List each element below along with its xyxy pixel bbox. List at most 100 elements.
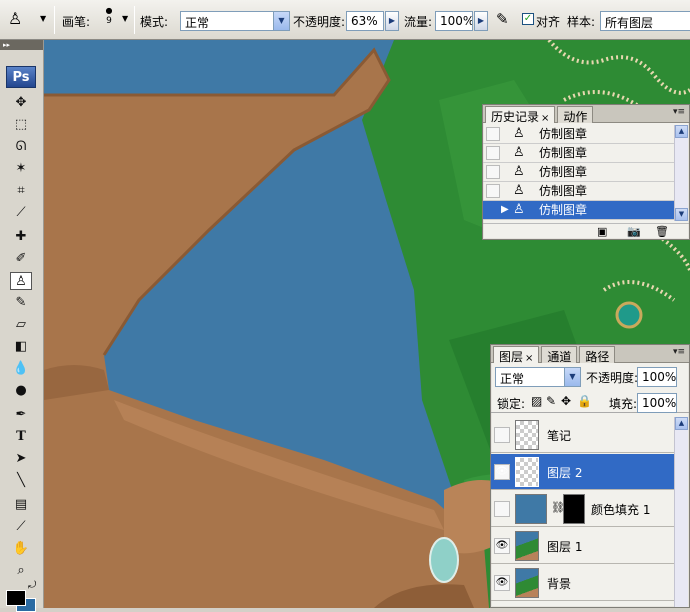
- scroll-up-icon[interactable]: ▲: [675, 417, 688, 430]
- dodge-tool-icon[interactable]: ●: [10, 382, 32, 400]
- layers-panel-tabs: 图层 × 通道 路径 ▾≡: [491, 345, 689, 364]
- airbrush-icon[interactable]: ✎: [496, 10, 509, 28]
- tab-history[interactable]: 历史记录 ×: [485, 106, 556, 124]
- eyedropper-tool-icon[interactable]: ⟋: [10, 518, 32, 536]
- history-item-label: 仿制图章: [539, 184, 588, 198]
- history-item-label: 仿制图章: [539, 165, 588, 179]
- notes-tool-icon[interactable]: ▤: [10, 496, 32, 514]
- chevron-down-icon[interactable]: ▼: [273, 12, 289, 30]
- marquee-tool-icon[interactable]: ⬚: [10, 116, 32, 134]
- history-item[interactable]: ♙ 仿制图章: [483, 144, 675, 163]
- gradient-tool-icon[interactable]: ◧: [10, 338, 32, 356]
- clone-stamp-icon: ♙: [513, 202, 525, 217]
- preset-dropdown-arrow[interactable]: ▼: [40, 14, 46, 23]
- close-icon[interactable]: ×: [541, 113, 549, 124]
- history-item[interactable]: ♙ 仿制图章: [483, 125, 675, 144]
- path-selection-tool-icon[interactable]: ➤: [10, 450, 32, 468]
- mode-select[interactable]: 正常 ▼: [180, 11, 290, 31]
- trash-icon[interactable]: 🗑: [655, 225, 669, 238]
- options-bar: ♙ ▼ 画笔: ● 9 ▼ 模式: 正常 ▼ 不透明度: 63% ▶ 流量: 1…: [0, 0, 690, 40]
- tab-channels[interactable]: 通道: [541, 346, 578, 364]
- history-item[interactable]: ♙ 仿制图章: [483, 163, 675, 182]
- lock-image-icon[interactable]: ✎: [546, 394, 556, 408]
- history-item[interactable]: ♙ 仿制图章: [483, 182, 675, 201]
- history-source-checkbox[interactable]: [486, 127, 500, 141]
- foreground-color-swatch[interactable]: [6, 590, 26, 606]
- flow-slider-button[interactable]: ▶: [474, 11, 488, 31]
- aligned-checkbox[interactable]: ✓: [522, 13, 534, 25]
- fill-input[interactable]: 100%: [637, 393, 677, 413]
- photoshop-logo[interactable]: Ps: [6, 66, 36, 88]
- visibility-toggle[interactable]: [494, 427, 510, 443]
- scroll-down-icon[interactable]: ▼: [675, 208, 688, 221]
- line-tool-icon[interactable]: ╲: [10, 472, 32, 490]
- visibility-toggle[interactable]: [494, 501, 510, 517]
- layer-opacity-input[interactable]: 100%: [637, 367, 677, 387]
- history-source-checkbox[interactable]: [486, 146, 500, 160]
- history-state-slider-icon[interactable]: ▶: [501, 201, 509, 219]
- sample-select[interactable]: 所有图层: [600, 11, 690, 31]
- brush-label: 画笔:: [62, 15, 91, 29]
- swap-colors-icon[interactable]: ⤾: [28, 580, 36, 591]
- history-scrollbar[interactable]: ▲ ▼: [674, 125, 688, 221]
- layer-name: 图层 1: [547, 540, 583, 554]
- slice-tool-icon[interactable]: ⟋: [10, 204, 32, 222]
- magic-wand-tool-icon[interactable]: ✶: [10, 160, 32, 178]
- blur-tool-icon[interactable]: 💧: [10, 360, 32, 378]
- history-item-selected[interactable]: ▶ ♙ 仿制图章: [483, 201, 675, 220]
- eye-icon[interactable]: 👁: [494, 575, 510, 591]
- opacity-slider-button[interactable]: ▶: [385, 11, 399, 31]
- history-item-label: 仿制图章: [539, 146, 588, 160]
- aligned-label: 对齐: [536, 15, 561, 29]
- snapshot-camera-icon[interactable]: 📷: [627, 225, 641, 238]
- hand-tool-icon[interactable]: ✋: [10, 540, 32, 558]
- brush-preview[interactable]: ● 9: [100, 6, 118, 34]
- crop-tool-icon[interactable]: ⌗: [10, 182, 32, 200]
- scroll-up-icon[interactable]: ▲: [675, 125, 688, 138]
- history-bottom-bar: ▣ 📷 🗑: [483, 223, 689, 239]
- toolbox-grip[interactable]: ▸▸: [0, 40, 43, 50]
- panel-menu-icon[interactable]: ▾≡: [673, 347, 685, 357]
- blend-mode-select[interactable]: 正常 ▼: [495, 367, 581, 387]
- history-source-checkbox[interactable]: [486, 165, 500, 179]
- layers-scrollbar[interactable]: ▲: [674, 417, 688, 607]
- lock-position-icon[interactable]: ✥: [561, 394, 571, 408]
- blend-opacity-row: 正常 ▼ 不透明度: 100%: [491, 365, 689, 389]
- tab-actions[interactable]: 动作: [557, 106, 594, 124]
- eye-icon[interactable]: 👁: [494, 464, 510, 480]
- lasso-tool-icon[interactable]: ᘏ: [10, 138, 32, 156]
- move-tool-icon[interactable]: ✥: [10, 94, 32, 112]
- lock-all-icon[interactable]: 🔒: [577, 394, 592, 408]
- type-tool-icon[interactable]: T: [10, 428, 32, 446]
- history-panel: 历史记录 × 动作 ▾≡ ♙ 仿制图章 ♙ 仿制图章 ♙ 仿制图章 ♙ 仿制图章 ▶…: [482, 104, 690, 240]
- brush-dot-icon: ●: [105, 6, 113, 15]
- clone-stamp-preset-icon[interactable]: ♙: [8, 9, 22, 28]
- brush-dropdown-arrow[interactable]: ▼: [122, 14, 128, 23]
- eye-icon[interactable]: 👁: [494, 538, 510, 554]
- tab-layers[interactable]: 图层 ×: [493, 346, 540, 364]
- pen-tool-icon[interactable]: ✒: [10, 406, 32, 424]
- layer-row-selected[interactable]: 👁 图层 2: [491, 454, 683, 490]
- layer-row[interactable]: ⛓ 颜色填充 1: [491, 491, 683, 527]
- flow-input[interactable]: 100%: [435, 11, 473, 31]
- zoom-tool-icon[interactable]: ⌕: [10, 562, 32, 580]
- lock-transparency-icon[interactable]: ▨: [531, 394, 542, 408]
- new-document-from-state-icon[interactable]: ▣: [597, 225, 607, 238]
- layer-thumbnail: [515, 568, 539, 598]
- eraser-tool-icon[interactable]: ▱: [10, 316, 32, 334]
- chevron-down-icon[interactable]: ▼: [564, 368, 580, 386]
- tab-paths[interactable]: 路径: [579, 346, 616, 364]
- healing-brush-tool-icon[interactable]: ✚: [10, 228, 32, 246]
- history-source-checkbox[interactable]: [486, 184, 500, 198]
- layer-row[interactable]: 笔记: [491, 417, 683, 453]
- clone-stamp-tool-icon[interactable]: ♙: [10, 272, 32, 290]
- tab-layers-label: 图层: [499, 350, 524, 364]
- close-icon[interactable]: ×: [525, 353, 533, 364]
- history-item-label: 仿制图章: [539, 127, 588, 141]
- layer-row[interactable]: 👁 背景: [491, 565, 683, 601]
- panel-menu-icon[interactable]: ▾≡: [673, 107, 685, 117]
- brush-tool-icon[interactable]: ✐: [10, 250, 32, 268]
- layer-row[interactable]: 👁 图层 1: [491, 528, 683, 564]
- history-brush-tool-icon[interactable]: ✎: [10, 294, 32, 312]
- opacity-input[interactable]: 63%: [346, 11, 384, 31]
